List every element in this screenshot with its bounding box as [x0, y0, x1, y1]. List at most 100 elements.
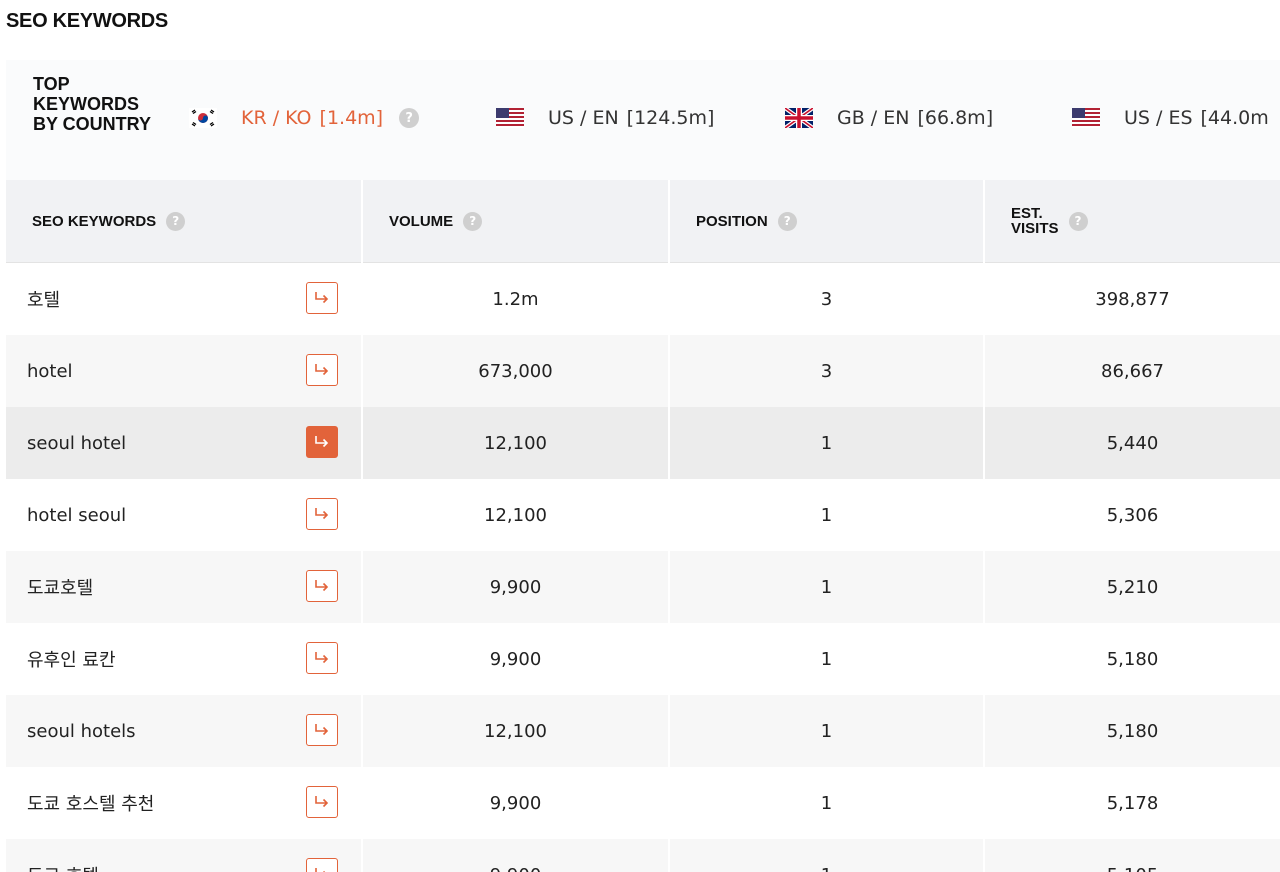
est-visits-cell: 5,180	[984, 695, 1280, 767]
position-cell: 1	[669, 623, 985, 695]
open-keyword-button[interactable]	[306, 354, 338, 386]
keyword-text: hotel	[27, 360, 73, 382]
est-label-line2: VISITS	[1011, 220, 1059, 237]
help-icon[interactable]: ?	[399, 108, 420, 128]
country-code: US / EN	[548, 107, 619, 129]
country-code: US / ES	[1124, 107, 1193, 129]
keyword-cell: 호텔	[6, 262, 363, 335]
keyword-text: seoul hotels	[27, 720, 136, 742]
table-row: seoul hotels 12,100 1 5,180	[6, 695, 1280, 767]
est-visits-cell: 5,105	[984, 839, 1280, 872]
est-visits-cell: 5,210	[984, 551, 1280, 623]
keyword-text: 유후인 료칸	[27, 650, 116, 671]
keyword-cell: 도쿄 호스텔 추천	[6, 767, 363, 839]
country-heading: TOP KEYWORDS BY COUNTRY	[33, 74, 152, 134]
us-flag-icon	[1072, 108, 1100, 128]
est-visits-cell: 5,440	[984, 407, 1280, 479]
arrow-return-icon	[315, 364, 329, 376]
keyword-text: 호텔	[27, 290, 61, 311]
keyword-cell: hotel seoul	[6, 479, 363, 551]
est-visits-cell: 5,178	[984, 767, 1280, 839]
keyword-cell: 도쿄호텔	[6, 551, 363, 623]
arrow-return-icon	[315, 796, 329, 808]
open-keyword-button[interactable]	[306, 642, 338, 674]
country-code: KR / KO	[241, 107, 312, 129]
table-row: 호텔 1.2m 3 398,877	[6, 262, 1280, 335]
country-tab-us-es[interactable]: US / ES [44.0m	[1072, 104, 1269, 132]
arrow-return-icon	[315, 508, 329, 520]
arrow-return-icon	[315, 724, 329, 736]
open-keyword-button[interactable]	[306, 570, 338, 602]
position-cell: 1	[669, 695, 985, 767]
keyword-text: 도쿄 호스텔 추천	[27, 794, 155, 815]
table-row: seoul hotel 12,100 1 5,440	[6, 407, 1280, 479]
position-cell: 3	[669, 262, 985, 335]
country-tab-us-en[interactable]: US / EN [124.5m]	[496, 104, 714, 132]
volume-cell: 12,100	[362, 695, 670, 767]
keyword-cell: seoul hotel	[6, 407, 363, 479]
est-visits-cell: 5,306	[984, 479, 1280, 551]
volume-cell: 9,900	[362, 767, 670, 839]
arrow-return-icon	[315, 868, 326, 872]
help-icon[interactable]: ?	[1068, 211, 1088, 231]
country-bar: TOP KEYWORDS BY COUNTRY KR / KO [1.4m] ?…	[6, 60, 1280, 180]
arrow-return-icon	[315, 292, 329, 304]
open-keyword-button[interactable]	[306, 858, 338, 872]
open-keyword-button[interactable]	[306, 786, 338, 818]
country-tab-gb-en[interactable]: GB / EN [66.8m]	[783, 104, 994, 132]
open-keyword-button[interactable]	[306, 282, 338, 314]
table-row: hotel 673,000 3 86,667	[6, 335, 1280, 407]
volume-cell: 9,900	[362, 839, 670, 872]
est-visits-cell: 398,877	[984, 262, 1280, 335]
table-row: 도쿄 호스텔 추천 9,900 1 5,178	[6, 767, 1280, 839]
arrow-return-icon	[315, 436, 329, 448]
section-title: SEO KEYWORDS	[6, 10, 168, 32]
table-row: 유후인 료칸 9,900 1 5,180	[6, 623, 1280, 695]
keyword-text: hotel seoul	[27, 504, 127, 526]
table-header-row: SEO KEYWORDS ? VOLUME ? POSITION ? EST. …	[6, 180, 1280, 263]
korea-flag-icon	[189, 108, 217, 128]
keyword-cell: seoul hotels	[6, 695, 363, 767]
country-volume: [124.5m]	[626, 107, 715, 129]
country-volume: [66.8m]	[917, 107, 994, 129]
table-row: 도쿄호텔 9,900 1 5,210	[6, 551, 1280, 623]
column-header-label: SEO KEYWORDS	[32, 212, 157, 230]
position-cell: 3	[669, 335, 985, 407]
help-icon[interactable]: ?	[777, 211, 797, 231]
position-cell: 1	[669, 767, 985, 839]
keyword-cell: hotel	[6, 335, 363, 407]
country-volume: [44.0m	[1200, 107, 1269, 129]
keyword-cell: 유후인 료칸	[6, 623, 363, 695]
keyword-text: seoul hotel	[27, 432, 127, 454]
column-header-est-visits[interactable]: EST. VISITS ?	[984, 180, 1280, 263]
open-keyword-button[interactable]	[306, 714, 338, 746]
arrow-return-icon	[315, 652, 329, 664]
help-icon[interactable]: ?	[463, 211, 483, 231]
open-keyword-button[interactable]	[306, 426, 338, 458]
country-volume: [1.4m]	[319, 107, 384, 129]
table-row: 도쿄 호텔 9,900 1 5,105	[6, 839, 1280, 872]
keyword-cell: 도쿄 호텔	[6, 839, 363, 872]
column-header-volume[interactable]: VOLUME ?	[362, 180, 670, 263]
keyword-text: 도쿄 호텔	[27, 862, 99, 872]
volume-cell: 673,000	[362, 335, 670, 407]
help-icon[interactable]: ?	[166, 211, 186, 231]
keywords-table: SEO KEYWORDS ? VOLUME ? POSITION ? EST. …	[6, 180, 1280, 872]
country-tab-kr-ko[interactable]: KR / KO [1.4m] ?	[189, 104, 420, 132]
est-visits-cell: 5,180	[984, 623, 1280, 695]
uk-flag-icon	[783, 106, 815, 130]
keyword-text: 도쿄호텔	[27, 578, 94, 599]
table-row: hotel seoul 12,100 1 5,306	[6, 479, 1280, 551]
column-header-keywords[interactable]: SEO KEYWORDS ?	[6, 180, 363, 263]
position-cell: 1	[669, 407, 985, 479]
position-cell: 1	[669, 479, 985, 551]
keywords-panel: TOP KEYWORDS BY COUNTRY KR / KO [1.4m] ?…	[6, 60, 1280, 872]
column-header-position[interactable]: POSITION ?	[669, 180, 985, 263]
column-header-label: EST. VISITS	[1011, 206, 1059, 236]
open-keyword-button[interactable]	[306, 498, 338, 530]
position-cell: 1	[669, 551, 985, 623]
column-header-label: POSITION	[696, 212, 768, 230]
est-visits-cell: 86,667	[984, 335, 1280, 407]
volume-cell: 9,900	[362, 551, 670, 623]
country-code: GB / EN	[837, 107, 910, 129]
